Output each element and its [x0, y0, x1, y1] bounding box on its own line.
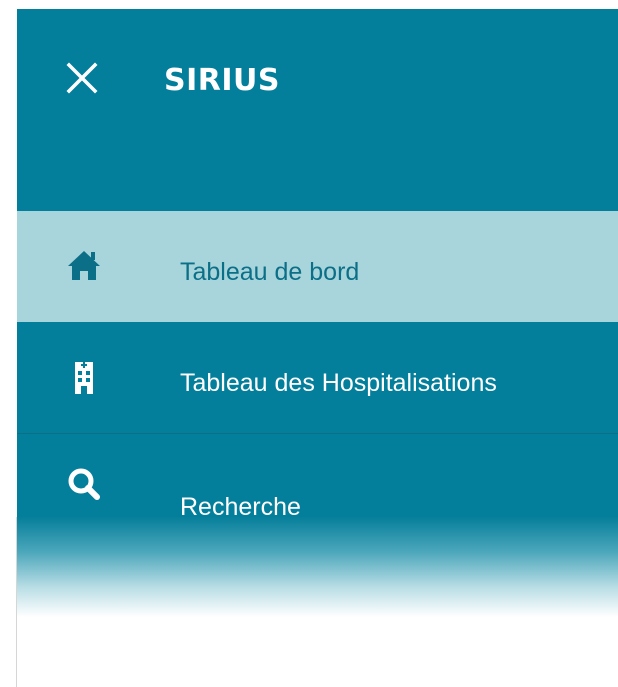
close-icon [66, 62, 98, 94]
nav-item-recherche[interactable]: Recherche [17, 433, 618, 527]
hospital-icon [75, 362, 93, 394]
content-divider [16, 517, 17, 687]
navigation-drawer: SIRIUS Tableau de bord Tableau des Hospi… [17, 9, 618, 521]
nav-item-tableau-de-bord[interactable]: Tableau de bord [17, 211, 618, 322]
search-icon [68, 468, 100, 500]
app-title: SIRIUS [164, 63, 280, 98]
nav-list: Tableau de bord Tableau des Hospitalisat… [17, 211, 618, 527]
close-button[interactable] [64, 60, 100, 96]
nav-item-label: Tableau des Hospitalisations [180, 369, 497, 397]
home-icon [68, 251, 100, 280]
scroll-fade-overlay [17, 517, 618, 617]
nav-item-label: Tableau de bord [180, 258, 360, 286]
drawer-header: SIRIUS [17, 9, 618, 211]
nav-item-tableau-des-hospitalisations[interactable]: Tableau des Hospitalisations [17, 322, 618, 433]
